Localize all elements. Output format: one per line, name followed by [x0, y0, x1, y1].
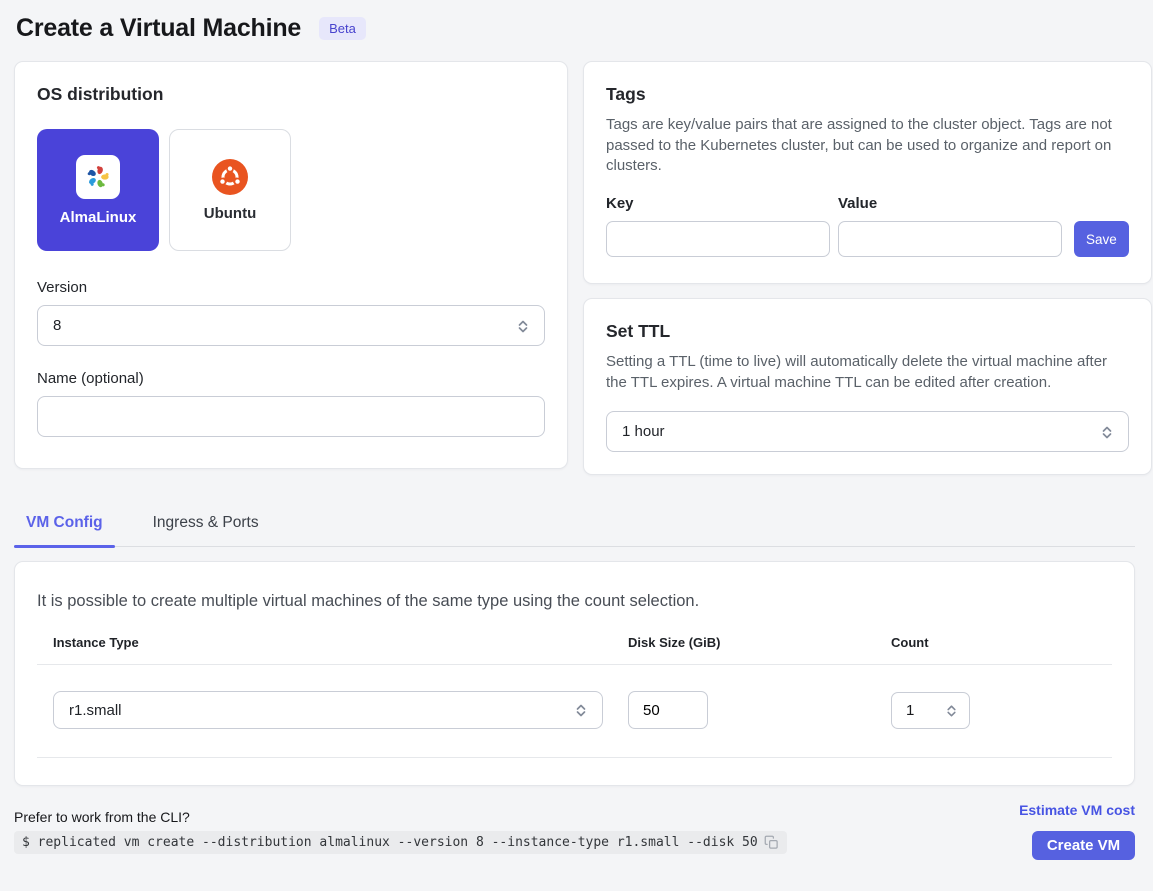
column-header-instance-type: Instance Type	[53, 635, 628, 664]
create-vm-button[interactable]: Create VM	[1032, 831, 1135, 860]
count-stepper[interactable]: 1	[891, 692, 970, 729]
ttl-select[interactable]: 1 hour	[606, 411, 1129, 452]
instance-type-select-value: r1.small	[69, 702, 122, 719]
set-ttl-description: Setting a TTL (time to live) will automa…	[606, 352, 1129, 393]
copy-icon[interactable]	[764, 835, 779, 850]
actions-section: Estimate VM cost Create VM	[1019, 802, 1135, 860]
cli-command-pill: $ replicated vm create --distribution al…	[14, 831, 787, 854]
disk-size-input[interactable]	[628, 691, 708, 729]
estimate-vm-cost-link[interactable]: Estimate VM cost	[1019, 802, 1135, 818]
chevron-updown-icon	[1098, 423, 1116, 441]
column-header-disk-size: Disk Size (GiB)	[628, 635, 891, 664]
set-ttl-title: Set TTL	[606, 321, 1129, 342]
save-tag-button[interactable]: Save	[1074, 221, 1129, 257]
os-distribution-title: OS distribution	[37, 84, 545, 105]
cli-section: Prefer to work from the CLI? $ replicate…	[14, 809, 787, 860]
set-ttl-card: Set TTL Setting a TTL (time to live) wil…	[583, 298, 1152, 475]
chevron-updown-icon	[943, 702, 960, 719]
create-vm-page: Create a Virtual Machine Beta OS distrib…	[0, 0, 1153, 860]
tag-value-label: Value	[838, 195, 1062, 212]
tag-value-field: Value	[838, 195, 1062, 257]
tags-description: Tags are key/value pairs that are assign…	[606, 115, 1129, 177]
cli-prompt: Prefer to work from the CLI?	[14, 809, 787, 825]
os-tile-ubuntu-label: Ubuntu	[204, 205, 256, 222]
tab-vm-config[interactable]: VM Config	[14, 502, 115, 546]
tag-value-input[interactable]	[838, 221, 1062, 257]
right-column: Tags Tags are key/value pairs that are a…	[583, 61, 1152, 475]
tags-form: Key Value Save	[606, 195, 1129, 257]
almalinux-logo-icon	[76, 155, 120, 199]
count-stepper-value: 1	[906, 702, 914, 719]
chevron-updown-icon	[514, 317, 532, 335]
ttl-select-value: 1 hour	[622, 423, 665, 440]
vm-config-note: It is possible to create multiple virtua…	[37, 592, 1112, 611]
vm-table-header: Instance Type Disk Size (GiB) Count	[37, 635, 1112, 664]
chevron-updown-icon	[572, 701, 590, 719]
page-title: Create a Virtual Machine	[16, 14, 301, 43]
version-select[interactable]: 8	[37, 305, 545, 346]
version-label: Version	[37, 279, 545, 296]
vm-config-card: It is possible to create multiple virtua…	[14, 561, 1135, 786]
os-tile-ubuntu[interactable]: Ubuntu	[169, 129, 291, 251]
ubuntu-logo-icon	[212, 159, 248, 195]
table-row-divider	[37, 757, 1112, 758]
page-footer: Prefer to work from the CLI? $ replicate…	[14, 802, 1135, 860]
tags-card: Tags Tags are key/value pairs that are a…	[583, 61, 1152, 284]
top-grid: OS distribution	[14, 61, 1135, 475]
instance-type-select[interactable]: r1.small	[53, 691, 603, 729]
tag-key-label: Key	[606, 195, 830, 212]
tab-ingress-ports[interactable]: Ingress & Ports	[141, 502, 271, 546]
name-input[interactable]	[37, 396, 545, 437]
os-tiles: AlmaLinux	[37, 129, 545, 251]
table-row: r1.small 1	[37, 665, 1112, 757]
os-tile-almalinux-label: AlmaLinux	[60, 209, 137, 226]
version-select-value: 8	[53, 317, 61, 334]
beta-badge: Beta	[319, 17, 366, 40]
tab-bar: VM Config Ingress & Ports	[14, 502, 1135, 547]
os-distribution-card: OS distribution	[14, 61, 568, 469]
tags-title: Tags	[606, 84, 1129, 105]
cli-command: $ replicated vm create --distribution al…	[22, 835, 758, 850]
column-header-count: Count	[891, 635, 1096, 664]
tag-key-field: Key	[606, 195, 830, 257]
os-tile-almalinux[interactable]: AlmaLinux	[37, 129, 159, 251]
name-label: Name (optional)	[37, 370, 545, 387]
page-header: Create a Virtual Machine Beta	[14, 10, 1135, 61]
tag-key-input[interactable]	[606, 221, 830, 257]
